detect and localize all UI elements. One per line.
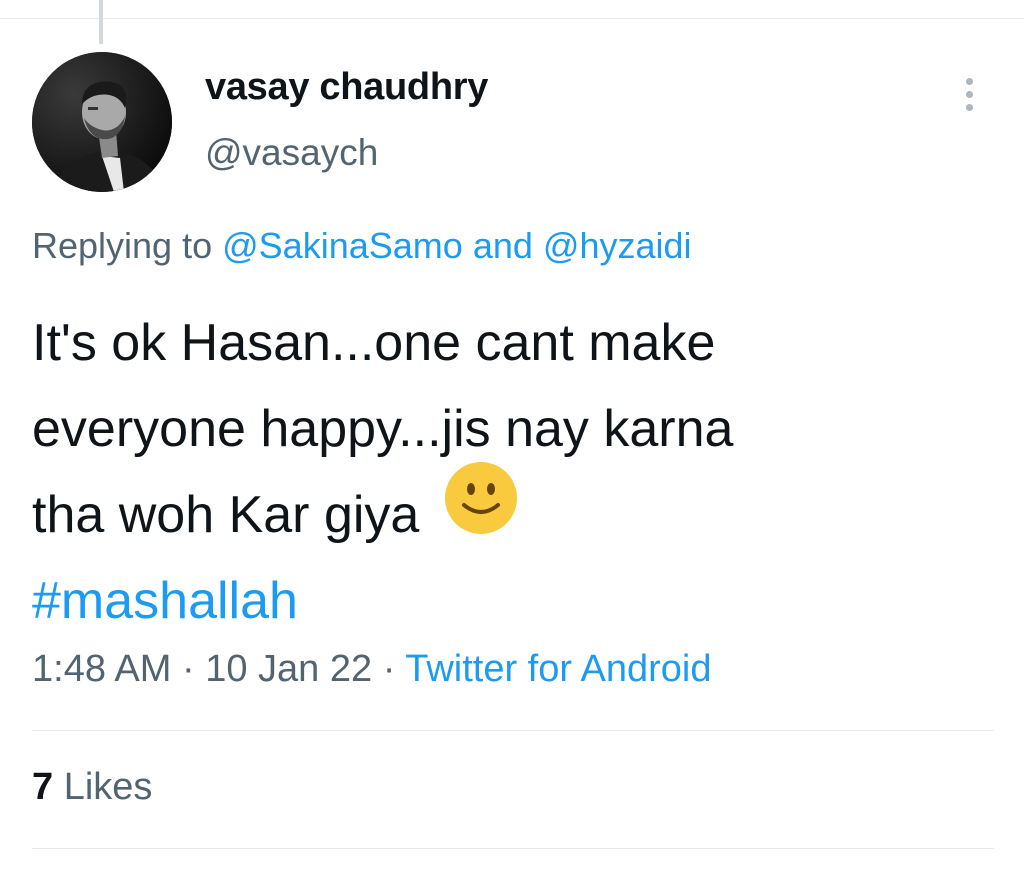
tweet-source-link[interactable]: Twitter for Android xyxy=(405,648,711,690)
avatar-photo xyxy=(32,52,172,192)
tweet-date[interactable]: 10 Jan 22 xyxy=(205,648,372,690)
tweet-text-line: everyone happy...jis nay karna xyxy=(32,400,734,458)
likes-count: 7 xyxy=(32,766,54,808)
more-dot-icon xyxy=(966,91,973,98)
author-name[interactable]: vasay chaudhry xyxy=(205,66,488,109)
reply-joiner: and xyxy=(472,225,533,266)
tweet-metadata: 1:48 AM · 10 Jan 22 · Twitter for Androi… xyxy=(32,648,711,691)
hashtag-link[interactable]: #mashallah xyxy=(32,558,992,644)
author-handle[interactable]: @vasaych xyxy=(205,132,378,174)
more-dot-icon xyxy=(966,78,973,85)
more-dot-icon xyxy=(966,104,973,111)
meta-separator: · xyxy=(382,648,396,690)
meta-separator: · xyxy=(181,648,195,690)
top-divider xyxy=(0,18,1024,19)
thread-connector-line xyxy=(99,0,103,44)
avatar[interactable] xyxy=(32,52,172,192)
tweet-time[interactable]: 1:48 AM xyxy=(32,648,171,690)
replying-to-line: Replying to @SakinaSamo and @hyzaidi xyxy=(32,225,692,267)
slightly-smiling-face-icon xyxy=(444,461,518,561)
more-options-button[interactable] xyxy=(955,72,985,116)
tweet-text-line: tha woh Kar giya xyxy=(32,486,420,544)
divider xyxy=(32,848,994,849)
tweet-text-line: It's ok Hasan...one cant make xyxy=(32,314,716,372)
tweet-text-line-with-emoji: tha woh Kar giya xyxy=(32,462,992,558)
mention-link-hyzaidi[interactable]: @hyzaidi xyxy=(543,225,692,266)
tweet-text: It's ok Hasan...one cant make everyone h… xyxy=(32,300,992,644)
likes-count-link[interactable]: 7 Likes xyxy=(32,766,152,809)
mention-link-sakinasamo[interactable]: @SakinaSamo xyxy=(222,225,463,266)
divider xyxy=(32,730,994,731)
replying-prefix: Replying to xyxy=(32,225,213,266)
likes-label: Likes xyxy=(63,766,153,808)
